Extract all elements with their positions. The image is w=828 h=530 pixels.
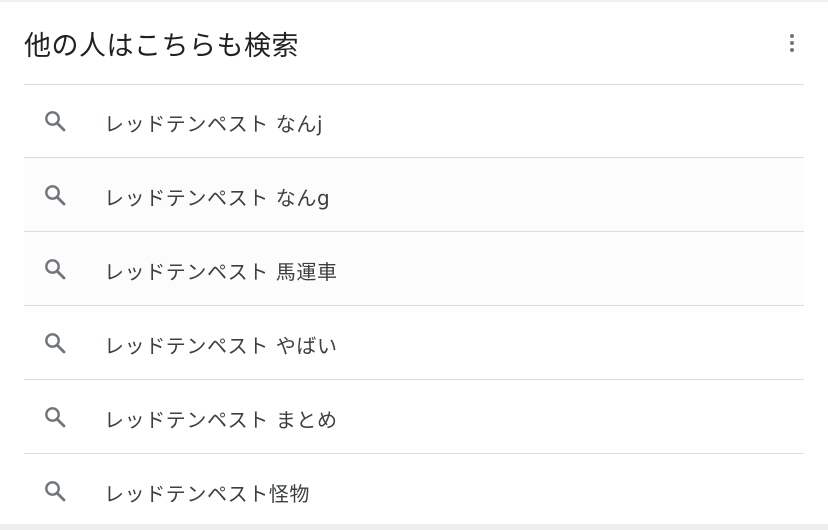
more-dot [790, 48, 794, 52]
related-search-label: レッドテンペスト怪物 [104, 482, 310, 506]
related-search-item[interactable]: レッドテンペスト なんg [24, 158, 804, 232]
more-dot [790, 41, 794, 45]
related-search-item[interactable]: レッドテンペスト 馬運車 [24, 232, 804, 306]
search-icon [43, 331, 67, 355]
search-icon [43, 405, 67, 429]
more-dot [790, 34, 794, 38]
related-searches-card: 他の人はこちらも検索 レッドテンペスト なんj レッドテンペスト なんg レッド… [0, 0, 828, 530]
related-search-item[interactable]: レッドテンペスト まとめ [24, 380, 804, 454]
section-title: 他の人はこちらも検索 [24, 31, 299, 62]
related-search-item[interactable]: レッドテンペスト怪物 [24, 454, 804, 527]
related-search-label: レッドテンペスト なんg [104, 186, 331, 210]
related-search-label: レッドテンペスト なんj [104, 112, 324, 136]
related-search-label: レッドテンペスト 馬運車 [104, 260, 338, 284]
related-search-item[interactable]: レッドテンペスト なんj [24, 84, 804, 158]
related-search-label: レッドテンペスト まとめ [104, 408, 338, 432]
search-icon [43, 257, 67, 281]
related-search-label: レッドテンペスト やばい [104, 334, 338, 358]
search-icon [43, 183, 67, 207]
related-searches-list: レッドテンペスト なんj レッドテンペスト なんg レッドテンペスト 馬運車 レ… [24, 84, 804, 527]
related-search-item[interactable]: レッドテンペスト やばい [24, 306, 804, 380]
related-searches-header: 他の人はこちらも検索 [24, 2, 804, 85]
card-bottom-divider [0, 524, 828, 530]
search-icon [43, 109, 67, 133]
search-icon [43, 479, 67, 503]
more-options-icon[interactable] [780, 28, 804, 58]
